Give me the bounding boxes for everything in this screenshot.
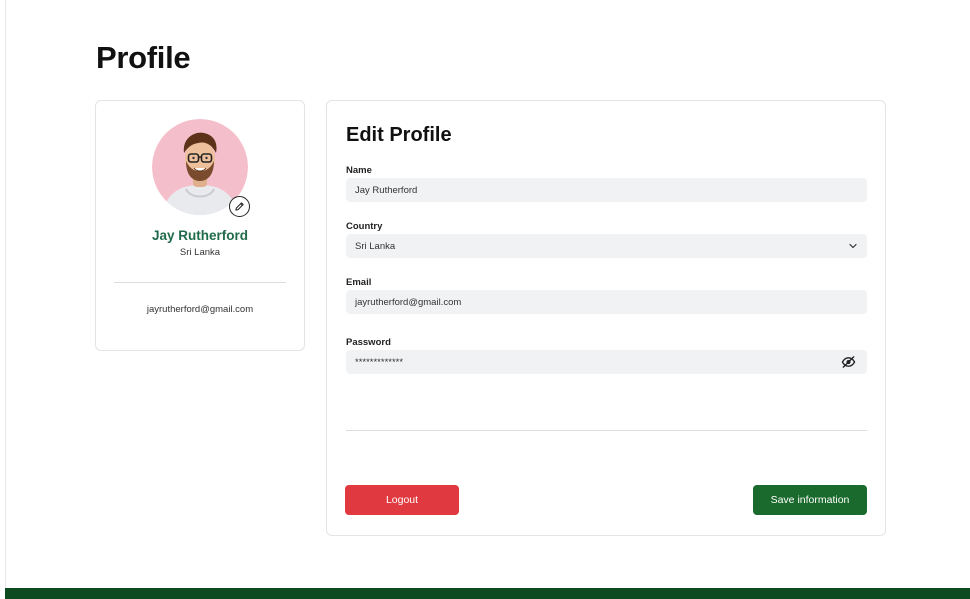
password-field[interactable]: ************* xyxy=(346,350,867,374)
save-information-button[interactable]: Save information xyxy=(753,485,867,515)
card-divider xyxy=(114,282,286,283)
name-value: Jay Rutherford xyxy=(355,184,418,196)
name-label: Name xyxy=(346,165,372,176)
form-divider xyxy=(346,430,867,431)
name-field[interactable]: Jay Rutherford xyxy=(346,178,867,202)
email-field[interactable]: jayrutherford@gmail.com xyxy=(346,290,867,314)
eye-off-icon[interactable] xyxy=(841,355,856,369)
page-left-border xyxy=(5,0,6,588)
edit-profile-card: Edit Profile Name Jay Rutherford Country… xyxy=(326,100,886,536)
chevron-down-icon xyxy=(849,243,857,249)
profile-summary-card: Jay Rutherford Sri Lanka jayrutherford@g… xyxy=(95,100,305,351)
footer-bar xyxy=(5,588,970,599)
logout-button[interactable]: Logout xyxy=(345,485,459,515)
profile-name: Jay Rutherford xyxy=(151,228,249,243)
email-value: jayrutherford@gmail.com xyxy=(355,296,462,308)
edit-profile-title: Edit Profile xyxy=(346,124,452,146)
country-label: Country xyxy=(346,221,383,232)
profile-country: Sri Lanka xyxy=(179,247,221,258)
password-label: Password xyxy=(346,337,391,348)
edit-avatar-button[interactable] xyxy=(229,196,250,217)
password-value: ************* xyxy=(355,356,404,368)
country-value: Sri Lanka xyxy=(355,240,396,252)
pencil-icon xyxy=(235,202,244,211)
avatar-container xyxy=(152,119,250,217)
country-select[interactable]: Sri Lanka xyxy=(346,234,867,258)
profile-email: jayrutherford@gmail.com xyxy=(146,304,254,315)
page-title: Profile xyxy=(96,40,191,75)
email-label: Email xyxy=(346,277,372,288)
